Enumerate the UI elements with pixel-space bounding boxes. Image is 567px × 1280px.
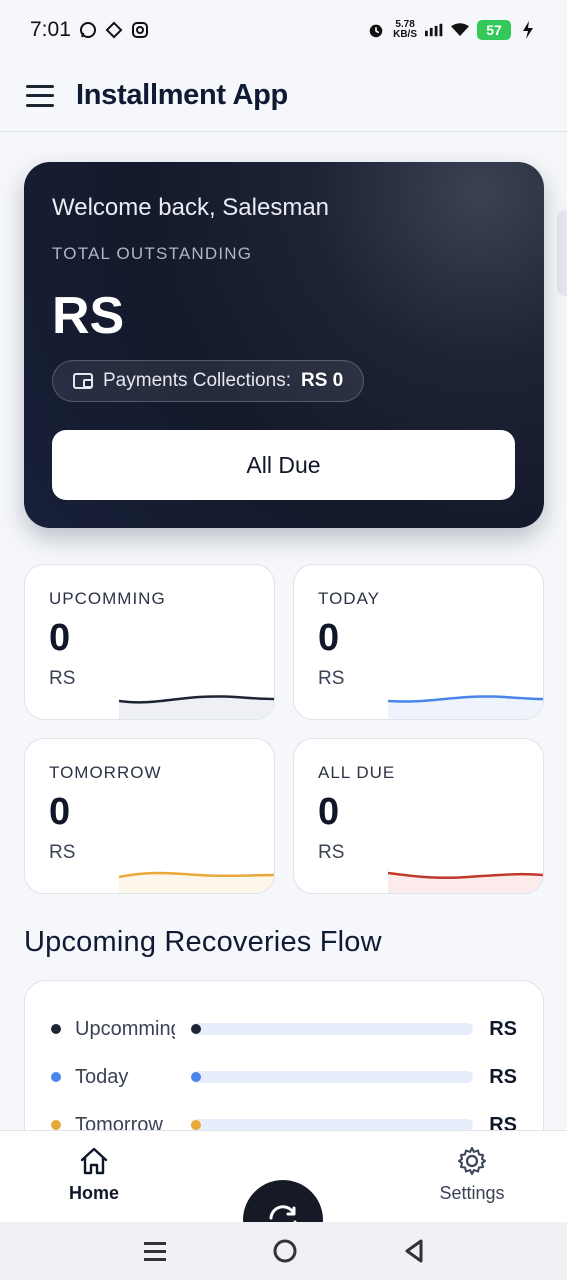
flow-value: RS: [489, 1065, 517, 1088]
gear-icon: [458, 1147, 486, 1175]
stat-unit: RS: [318, 668, 345, 689]
flow-progress-bar: [191, 1071, 473, 1083]
stat-unit: RS: [49, 668, 76, 689]
flow-row-today: Today RS: [51, 1053, 517, 1101]
total-outstanding-amount: RS: [52, 287, 125, 345]
nav-home-label: Home: [68, 1183, 119, 1203]
sparkline: [388, 695, 543, 719]
stat-card-today[interactable]: TODAY 0 RS: [293, 564, 544, 720]
home-icon: [80, 1147, 108, 1175]
sparkline: [388, 871, 543, 893]
stat-title: UPCOMMING: [49, 589, 166, 608]
stat-unit: RS: [49, 842, 76, 863]
nav-home[interactable]: Home: [34, 1145, 154, 1204]
flow-row-upcomming: Upcomming RS: [51, 1005, 517, 1053]
flow-progress-bar: [191, 1023, 473, 1035]
stat-value: 0: [318, 617, 340, 659]
stat-title: ALL DUE: [318, 763, 396, 782]
battery-icon: 57: [477, 20, 511, 40]
stat-card-all-due[interactable]: ALL DUE 0 RS: [293, 738, 544, 894]
stat-unit: RS: [318, 842, 345, 863]
total-outstanding-label: TOTAL OUTSTANDING: [52, 244, 253, 263]
instagram-icon: [131, 21, 149, 39]
payments-collections-label: Payments Collections:: [103, 370, 291, 391]
whatsapp-icon: [79, 21, 97, 39]
welcome-text: Welcome back, Salesman: [52, 194, 330, 221]
recent-apps-icon[interactable]: [143, 1240, 167, 1262]
legend-dot: [51, 1120, 61, 1130]
stat-card-tomorrow[interactable]: TOMORROW 0 RS: [24, 738, 275, 894]
nav-settings-label: Settings: [439, 1183, 505, 1203]
app-bar: Installment App: [0, 60, 567, 132]
sparkline: [119, 871, 274, 893]
nav-settings[interactable]: Settings: [412, 1145, 532, 1204]
wallet-icon: [73, 373, 93, 389]
flow-label: Upcomming: [75, 1017, 175, 1040]
status-time: 7:01: [30, 18, 71, 41]
diamond-app-icon: [105, 21, 123, 39]
system-navigation-bar: [0, 1222, 567, 1280]
all-due-button[interactable]: All Due: [52, 430, 515, 500]
stat-title: TODAY: [318, 589, 380, 608]
network-speed: 5.78 KB/S: [393, 19, 417, 40]
flow-label: Today: [75, 1065, 129, 1088]
alarm-icon: [367, 21, 385, 39]
flow-value: RS: [489, 1017, 517, 1040]
section-title: Upcoming Recoveries Flow: [24, 926, 382, 958]
stat-value: 0: [318, 791, 340, 833]
hamburger-menu-icon[interactable]: [26, 84, 54, 107]
legend-dot: [51, 1072, 61, 1082]
status-bar: 7:01 5.78 KB/S 57: [0, 0, 567, 60]
payments-collections-value: RS 0: [300, 370, 344, 391]
home-system-icon[interactable]: [272, 1238, 298, 1264]
payments-collections-chip: Payments Collections: RS 0: [52, 360, 365, 402]
legend-dot: [51, 1024, 61, 1034]
signal-icon: [425, 21, 443, 39]
app-title: Installment App: [76, 79, 288, 111]
back-icon[interactable]: [403, 1239, 425, 1263]
stat-value: 0: [49, 791, 71, 833]
edge-panel-handle[interactable]: [557, 210, 567, 296]
stat-card-upcomming[interactable]: UPCOMMING 0 RS: [24, 564, 275, 720]
wifi-icon: [451, 21, 469, 39]
sparkline: [119, 695, 274, 719]
charging-icon: [519, 21, 537, 39]
stat-title: TOMORROW: [49, 763, 162, 782]
outstanding-summary-card: Welcome back, Salesman TOTAL OUTSTANDING…: [24, 162, 544, 528]
stat-value: 0: [49, 617, 71, 659]
